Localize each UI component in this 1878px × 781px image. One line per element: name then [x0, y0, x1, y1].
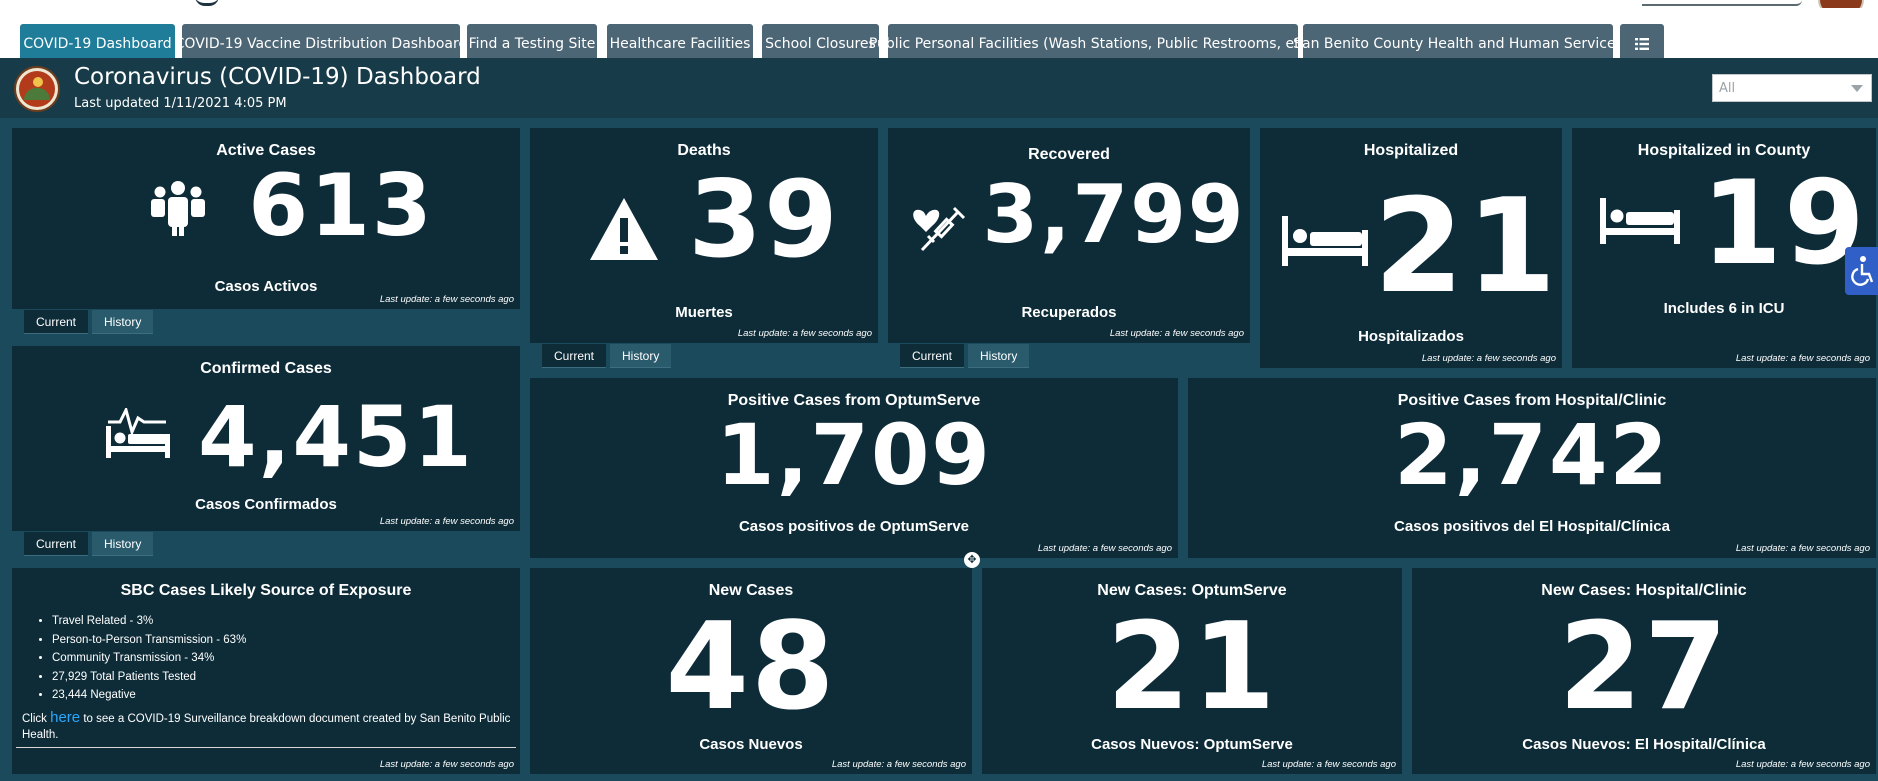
category-filter-dropdown[interactable]: All [1712, 74, 1872, 102]
list-item: 27,929 Total Patients Tested [52, 668, 246, 687]
active-cases-value: 613 [248, 156, 434, 256]
hospitalized-county-card: Hospitalized in County 19 Includes 6 in … [1572, 128, 1876, 368]
card-subtitle: Hospitalizados [1358, 328, 1464, 345]
current-button[interactable]: Current [24, 310, 89, 334]
last-update-stamp: Last update: a few seconds ago [1109, 328, 1244, 339]
active-cases-toggle: Current History [24, 310, 157, 334]
list-icon [1635, 38, 1649, 50]
card-title: Recovered [1028, 146, 1110, 163]
click-prefix: Click [22, 713, 47, 725]
last-update-stamp: Last update: a few seconds ago [1037, 543, 1172, 554]
last-update-stamp: Last update: a few seconds ago [379, 759, 514, 770]
new-hospital-value: 27 [1558, 598, 1730, 737]
top-strip [0, 0, 1878, 8]
divider [16, 747, 516, 748]
deaths-card: Deaths 39 Muertes Last update: a few sec… [530, 128, 878, 343]
click-suffix: to see a COVID-19 Surveillance breakdown… [22, 713, 511, 741]
surveillance-note: Click here to see a COVID-19 Surveillanc… [22, 710, 532, 743]
county-logo-icon [14, 66, 60, 112]
card-title: SBC Cases Likely Source of Exposure [120, 582, 412, 599]
card-subtitle: Muertes [675, 304, 733, 321]
list-item: 23,444 Negative [52, 686, 246, 705]
last-update-stamp: Last update: a few seconds ago [1261, 759, 1396, 770]
bed-icon [1600, 198, 1680, 244]
last-update-stamp: Last update: a few seconds ago [1735, 353, 1870, 364]
tab-bar: COVID-19 Dashboard COVID-19 Vaccine Dist… [0, 8, 1878, 64]
card-subtitle: Casos Nuevos: El Hospital/Clínica [1522, 736, 1766, 753]
recovered-toggle: Current History [900, 344, 1033, 368]
move-handle-icon[interactable]: ✥ [964, 552, 980, 568]
filter-selected-value: All [1719, 81, 1736, 96]
last-updated-text: Last updated 1/11/2021 4:05 PM [74, 96, 287, 111]
accessibility-button[interactable] [1845, 247, 1878, 295]
card-subtitle: Casos Nuevos [699, 736, 803, 753]
card-subtitle: Casos positivos de OptumServe [738, 518, 970, 535]
hospital-positive-card: Positive Cases from Hospital/Clinic 2,74… [1188, 378, 1876, 558]
page-title: Coronavirus (COVID-19) Dashboard [74, 64, 481, 90]
last-update-stamp: Last update: a few seconds ago [1735, 543, 1870, 554]
card-subtitle: Recuperados [1021, 304, 1117, 321]
current-button[interactable]: Current [24, 532, 89, 556]
new-optumserve-value: 21 [1106, 598, 1278, 737]
dashboard-header: Coronavirus (COVID-19) Dashboard Last up… [0, 58, 1878, 118]
last-update-stamp: Last update: a few seconds ago [379, 294, 514, 305]
last-update-stamp: Last update: a few seconds ago [831, 759, 966, 770]
optumserve-positive-card: Positive Cases from OptumServe 1,709 Cas… [530, 378, 1178, 558]
heart-syringe-icon [913, 206, 966, 252]
card-title: Confirmed Cases [200, 360, 332, 377]
new-cases-hospital-card: New Cases: Hospital/Clinic 27 Casos Nuev… [1412, 568, 1876, 774]
card-subtitle: Includes 6 in ICU [1663, 300, 1785, 317]
hospitalized-value: 21 [1373, 170, 1559, 322]
last-update-stamp: Last update: a few seconds ago [1421, 353, 1556, 364]
optumserve-positive-value: 1,709 [716, 406, 992, 504]
exposure-source-card: SBC Cases Likely Source of Exposure Trav… [12, 568, 520, 774]
card-subtitle: Casos Confirmados [195, 496, 337, 513]
history-button[interactable]: History [92, 310, 154, 334]
bed-icon [1282, 216, 1368, 266]
history-button[interactable]: History [610, 344, 672, 368]
confirmed-cases-toggle: Current History [24, 532, 157, 556]
list-item: Community Transmission - 34% [52, 649, 246, 668]
recovered-card: Recovered 3,799 Recuperados Last update:… [888, 128, 1250, 343]
recovered-value: 3,799 [982, 168, 1246, 261]
deaths-toggle: Current History [542, 344, 675, 368]
last-update-stamp: Last update: a few seconds ago [379, 516, 514, 527]
warning-icon [590, 198, 658, 260]
hospital-positive-value: 2,742 [1394, 406, 1670, 504]
exposure-list: Travel Related - 3% Person-to-Person Tra… [52, 612, 246, 705]
last-update-stamp: Last update: a few seconds ago [737, 328, 872, 339]
card-subtitle: Casos Nuevos: OptumServe [1091, 736, 1293, 753]
corner-decoration [1642, 0, 1802, 6]
current-button[interactable]: Current [542, 344, 607, 368]
active-cases-card: Active Cases 613 Casos Activos Last upda… [12, 128, 520, 309]
new-cases-value: 48 [665, 598, 837, 737]
list-item: Travel Related - 3% [52, 612, 246, 631]
history-button[interactable]: History [92, 532, 154, 556]
dashboard-board: Active Cases 613 Casos Activos Last upda… [0, 118, 1878, 781]
list-item: Person-to-Person Transmission - 63% [52, 631, 246, 650]
last-update-stamp: Last update: a few seconds ago [1735, 759, 1870, 770]
wheelchair-icon [1851, 256, 1874, 286]
hospitalized-card: Hospitalized 21 Hospitalizados Last upda… [1260, 128, 1562, 368]
surveillance-document-link[interactable]: here [50, 709, 80, 726]
top-strip-decoration [195, 0, 219, 6]
current-button[interactable]: Current [900, 344, 965, 368]
new-cases-card: New Cases 48 Casos Nuevos Last update: a… [530, 568, 972, 774]
confirmed-value: 4,451 [198, 388, 474, 486]
chevron-down-icon [1851, 85, 1863, 92]
confirmed-cases-card: Confirmed Cases 4,451 Casos Confirmados … [12, 346, 520, 531]
card-title: Hospitalized [1363, 142, 1459, 159]
new-cases-optumserve-card: New Cases: OptumServe 21 Casos Nuevos: O… [982, 568, 1402, 774]
deaths-value: 39 [688, 158, 840, 281]
card-subtitle: Casos positivos del El Hospital/Clínica [1394, 518, 1670, 535]
card-subtitle: Casos Activos [214, 278, 318, 295]
history-button[interactable]: History [968, 344, 1030, 368]
